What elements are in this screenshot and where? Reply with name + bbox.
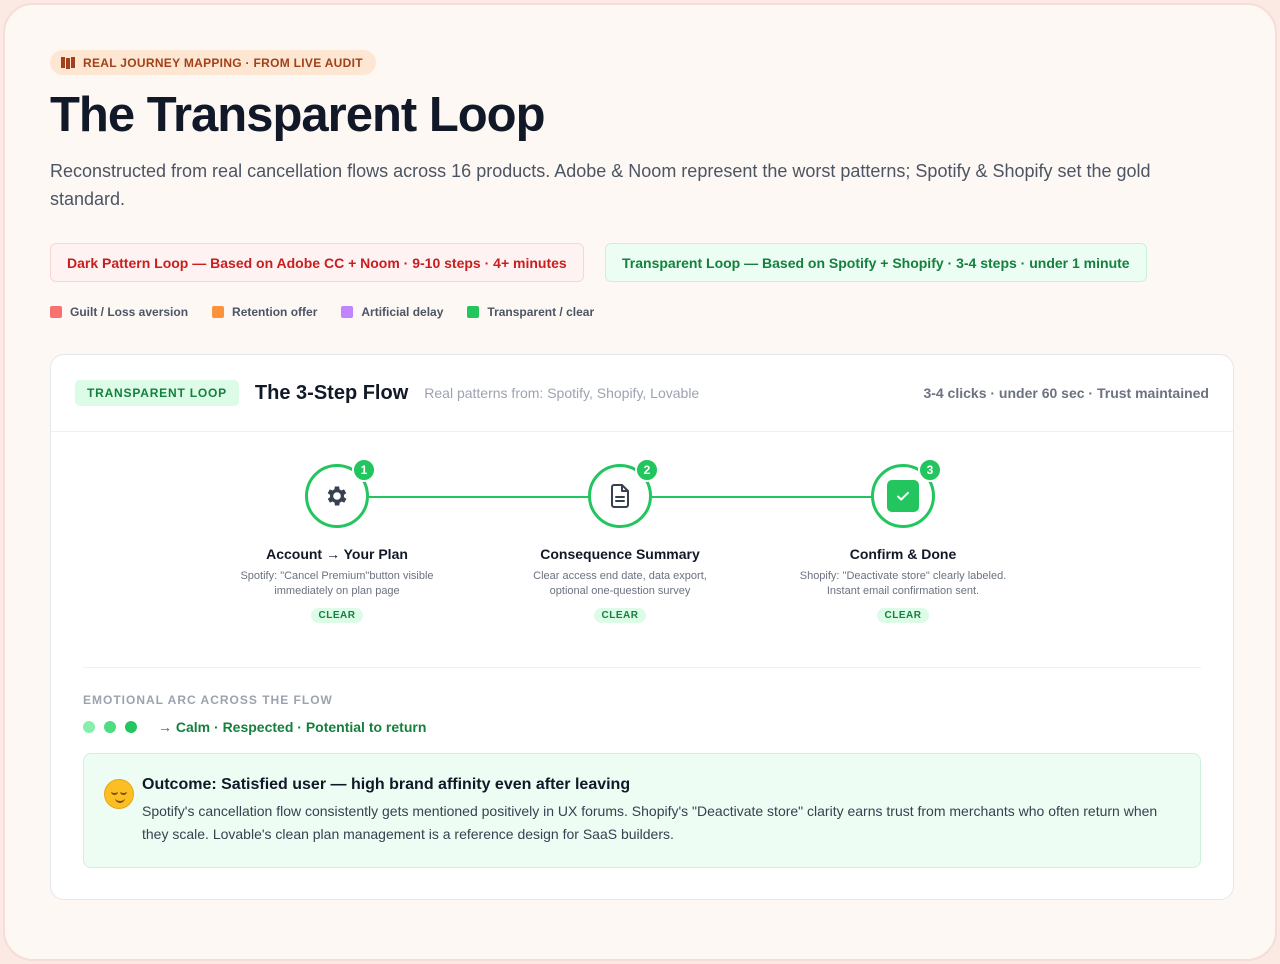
page-frame: REAL JOURNEY MAPPING · FROM LIVE AUDIT T… [3,3,1277,961]
legend-item-guilt: Guilt / Loss aversion [50,305,188,319]
dark-pattern-loop-tab[interactable]: Dark Pattern Loop — Based on Adobe CC + … [50,243,584,282]
step-1: 1 Account → Your Plan Spotify: "Cancel P… [217,458,457,623]
transparent-loop-tab[interactable]: Transparent Loop — Based on Spotify + Sh… [605,243,1147,282]
emotional-arc-label: EMOTIONAL ARC ACROSS THE FLOW [83,693,333,707]
clear-chip: CLEAR [593,608,647,623]
step-title: Consequence Summary [540,546,700,562]
step-number-badge: 2 [635,458,659,482]
step-circle: 2 [588,458,659,528]
card-header: TRANSPARENT LOOP The 3-Step Flow Real pa… [51,355,1233,432]
legend: Guilt / Loss aversion Retention offer Ar… [50,305,594,319]
emotional-arc-text: → Calm · Respected · Potential to return [158,719,427,735]
map-icon [61,57,75,69]
step-3: 3 Confirm & Done Shopify: "Deactivate st… [783,458,1023,623]
card-sources: Real patterns from: Spotify, Shopify, Lo… [424,385,700,401]
step-number-badge: 3 [918,458,942,482]
legend-swatch-retention [212,306,225,318]
arc-dot [104,721,116,733]
arc-dot [125,721,137,733]
legend-label: Guilt / Loss aversion [70,305,189,319]
page-title: The Transparent Loop [50,88,546,142]
step-flow: 1 Account → Your Plan Spotify: "Cancel P… [51,432,1235,623]
legend-swatch-delay [341,306,354,318]
card-title: The 3-Step Flow [254,381,409,404]
step-2: 2 Consequence Summary Clear access end d… [500,458,740,623]
legend-label: Artificial delay [361,305,444,319]
legend-label: Retention offer [232,305,318,319]
step-circle: 1 [305,458,376,528]
outcome-box: Outcome: Satisfied user — high brand aff… [83,753,1201,868]
clear-chip: CLEAR [876,608,930,623]
eyebrow-label: REAL JOURNEY MAPPING · FROM LIVE AUDIT [83,55,363,70]
step-title: Confirm & Done [849,546,957,562]
arc-dot [83,721,95,733]
gear-icon [327,486,347,506]
legend-label: Transparent / clear [487,305,595,319]
step-number-badge: 1 [352,458,376,482]
emotional-arc: → Calm · Respected · Potential to return [83,719,426,735]
step-description: Clear access end date, data export, opti… [533,570,707,597]
page-subtitle: Reconstructed from real cancellation flo… [50,161,1151,209]
check-icon [887,480,919,512]
section-divider [83,667,1201,668]
step-description: Shopify: "Deactivate store" clearly labe… [799,570,1007,597]
legend-item-transparent: Transparent / clear [467,305,594,319]
outcome-title: Outcome: Satisfied user — high brand aff… [142,776,631,793]
eyebrow-badge: REAL JOURNEY MAPPING · FROM LIVE AUDIT [50,50,376,75]
outcome-body: Spotify's cancellation flow consistently… [142,803,1158,842]
relieved-face-icon [104,779,134,809]
legend-item-delay: Artificial delay [341,305,443,319]
card-meta: 3-4 clicks · under 60 sec · Trust mainta… [923,385,1209,401]
step-circle: 3 [871,458,942,528]
legend-swatch-transparent [467,306,480,318]
loop-tag: TRANSPARENT LOOP [75,380,239,406]
step-description: Spotify: "Cancel Premium"button visible … [240,570,434,597]
legend-item-retention: Retention offer [212,305,317,319]
legend-swatch-guilt [50,306,62,318]
document-icon [611,484,629,508]
flow-card: TRANSPARENT LOOP The 3-Step Flow Real pa… [50,354,1234,900]
clear-chip: CLEAR [310,608,364,623]
step-title: Account → Your Plan [266,546,408,562]
